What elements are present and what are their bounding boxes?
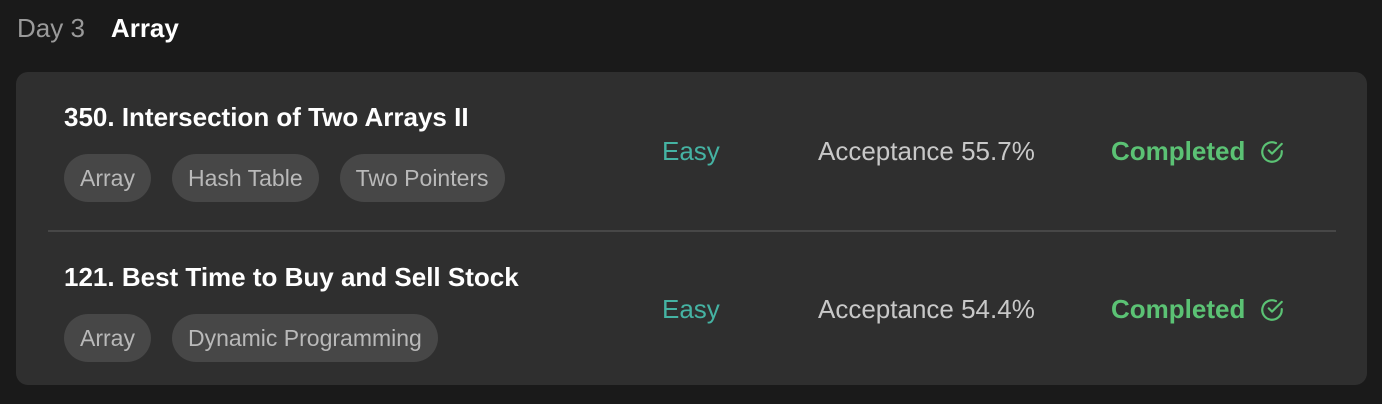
tag-chip[interactable]: Array bbox=[64, 154, 151, 202]
difficulty-label: Easy bbox=[662, 294, 720, 324]
tag-list: Array Hash Table Two Pointers bbox=[64, 154, 505, 202]
status-label: Completed bbox=[1111, 136, 1246, 166]
topic-title: Array bbox=[110, 12, 179, 43]
status-label: Completed bbox=[1111, 294, 1246, 324]
status-completed: Completed bbox=[1111, 136, 1285, 167]
tag-chip[interactable]: Dynamic Programming bbox=[171, 314, 438, 362]
tag-chip[interactable]: Two Pointers bbox=[339, 154, 505, 202]
problem-list-card: 350. Intersection of Two Arrays II Array… bbox=[16, 72, 1367, 385]
tag-list: Array Dynamic Programming bbox=[64, 314, 438, 362]
problem-title[interactable]: 121. Best Time to Buy and Sell Stock bbox=[64, 262, 519, 293]
difficulty-label: Easy bbox=[662, 136, 720, 166]
status-completed: Completed bbox=[1111, 294, 1285, 325]
check-circle-icon bbox=[1261, 298, 1284, 321]
day-label: Day 3 bbox=[17, 12, 85, 43]
check-circle-icon bbox=[1261, 140, 1284, 163]
problem-title[interactable]: 350. Intersection of Two Arrays II bbox=[64, 102, 469, 133]
tag-chip[interactable]: Array bbox=[64, 314, 151, 362]
acceptance-rate: Acceptance 54.4% bbox=[818, 294, 1035, 324]
tag-chip[interactable]: Hash Table bbox=[171, 154, 319, 202]
problem-row[interactable]: 350. Intersection of Two Arrays II Array… bbox=[16, 72, 1367, 230]
section-header: Day 3 Array bbox=[17, 10, 179, 46]
problem-row[interactable]: 121. Best Time to Buy and Sell Stock Arr… bbox=[16, 230, 1367, 388]
acceptance-rate: Acceptance 55.7% bbox=[818, 136, 1035, 166]
